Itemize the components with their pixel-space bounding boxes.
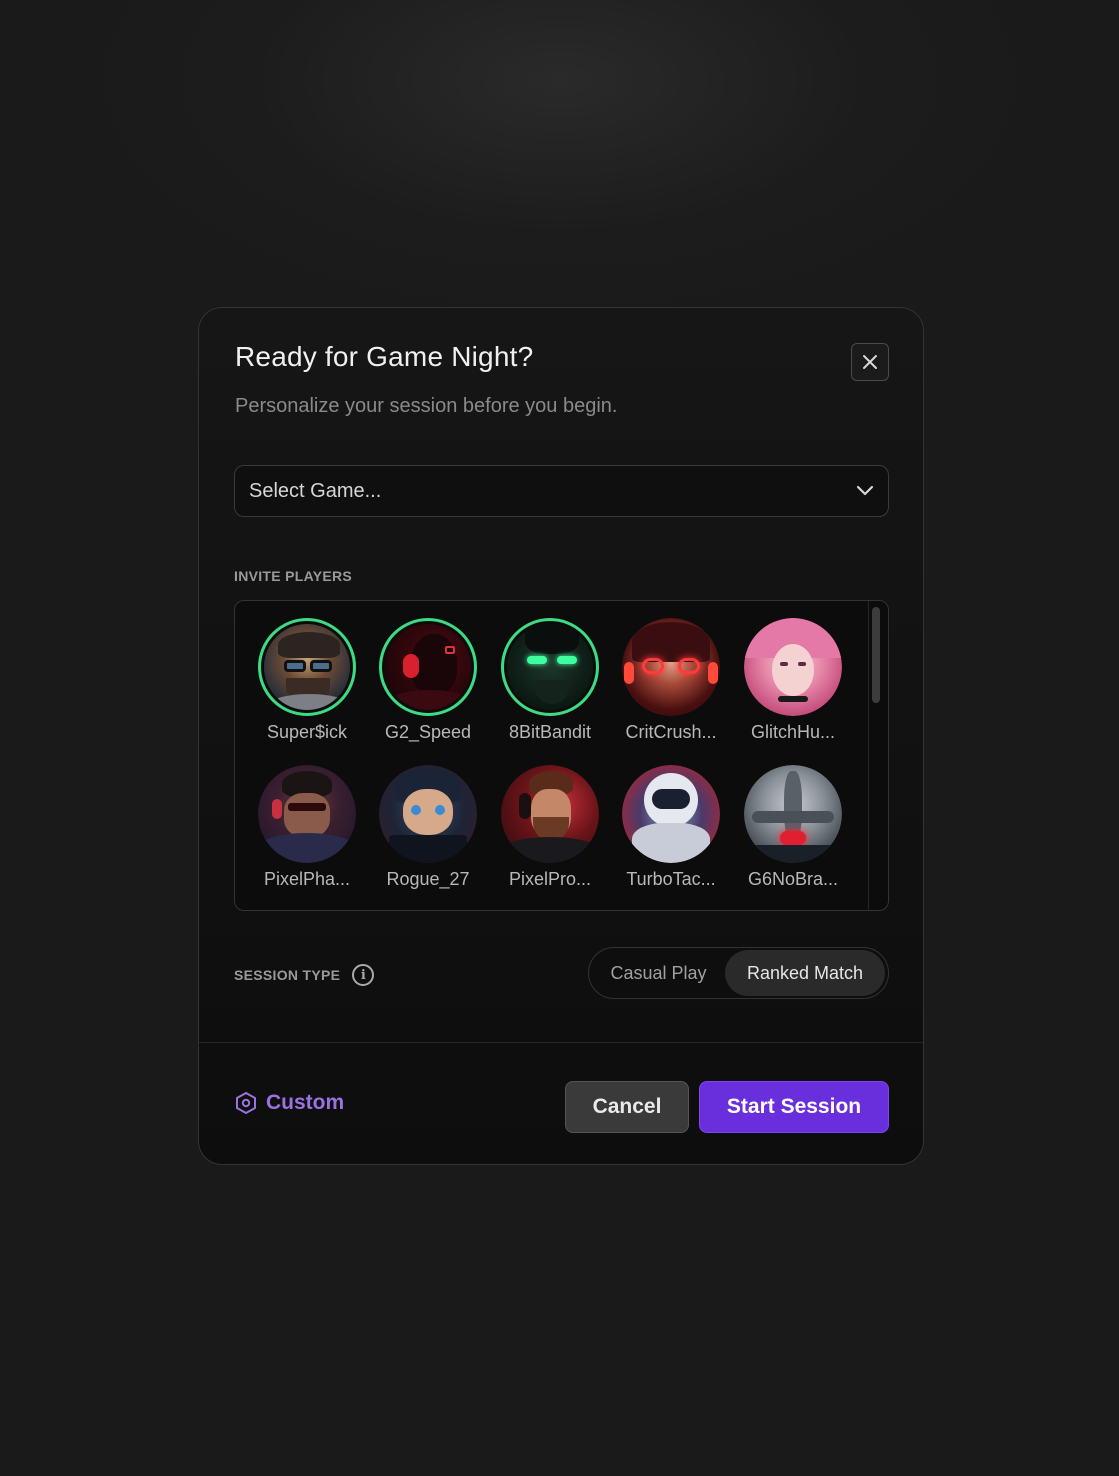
avatar [744,618,842,716]
close-icon [863,355,877,369]
player-item[interactable]: G2_Speed [373,618,483,743]
avatar [379,765,477,863]
player-item[interactable]: GlitchHu... [738,618,848,743]
invite-players-label: INVITE PLAYERS [234,568,353,584]
player-item[interactable]: G6NoBra... [738,765,848,890]
player-name: Super$ick [266,722,348,742]
avatar [379,618,477,716]
close-button[interactable] [851,343,889,381]
player-name: PixelPro... [508,869,592,889]
player-item[interactable]: Rogue_27 [373,765,483,890]
player-name: TurboTac... [626,869,716,889]
avatar [744,765,842,863]
game-night-modal: Ready for Game Night? Personalize your s… [198,307,924,1165]
modal-subtitle: Personalize your session before you begi… [235,395,618,417]
avatar [258,765,356,863]
avatar [501,765,599,863]
player-name: G2_Speed [384,722,472,742]
player-item[interactable]: TurboTac... [616,765,726,890]
game-select-value: Select Game... [249,479,382,502]
player-name: 8BitBandit [508,722,592,742]
player-item[interactable]: PixelPha... [252,765,362,890]
player-item[interactable]: CritCrush... [616,618,726,743]
ranked-match-option[interactable]: Ranked Match [725,950,885,996]
avatar [622,618,720,716]
avatar [622,765,720,863]
start-session-button[interactable]: Start Session [699,1081,889,1133]
scrollbar-thumb[interactable] [872,607,880,703]
player-name: G6NoBra... [747,869,839,889]
player-item[interactable]: PixelPro... [495,765,605,890]
chevron-down-icon [856,485,874,496]
hexagon-gear-icon [236,1092,256,1114]
custom-label: Custom [266,1091,345,1114]
custom-button[interactable]: Custom [234,1091,344,1115]
player-name: PixelPha... [263,869,351,889]
player-item[interactable]: Super$ick [252,618,362,743]
session-type-label: SESSION TYPE i [234,964,375,986]
footer-divider [199,1042,923,1043]
avatar [501,618,599,716]
modal-title: Ready for Game Night? [235,341,534,372]
cancel-button[interactable]: Cancel [565,1081,689,1133]
player-name: CritCrush... [625,722,717,742]
info-icon[interactable]: i [352,964,375,986]
players-list[interactable]: Super$ick G2_Speed 8BitBandit CritCrush.… [234,600,889,911]
player-name: GlitchHu... [750,722,836,742]
game-select[interactable]: Select Game... [234,465,889,517]
session-type-text: SESSION TYPE [234,967,341,983]
casual-play-option[interactable]: Casual Play [592,950,725,996]
avatar [258,618,356,716]
session-type-toggle[interactable]: Casual Play Ranked Match [588,947,889,999]
player-item[interactable]: 8BitBandit [495,618,605,743]
player-name: Rogue_27 [386,869,470,889]
